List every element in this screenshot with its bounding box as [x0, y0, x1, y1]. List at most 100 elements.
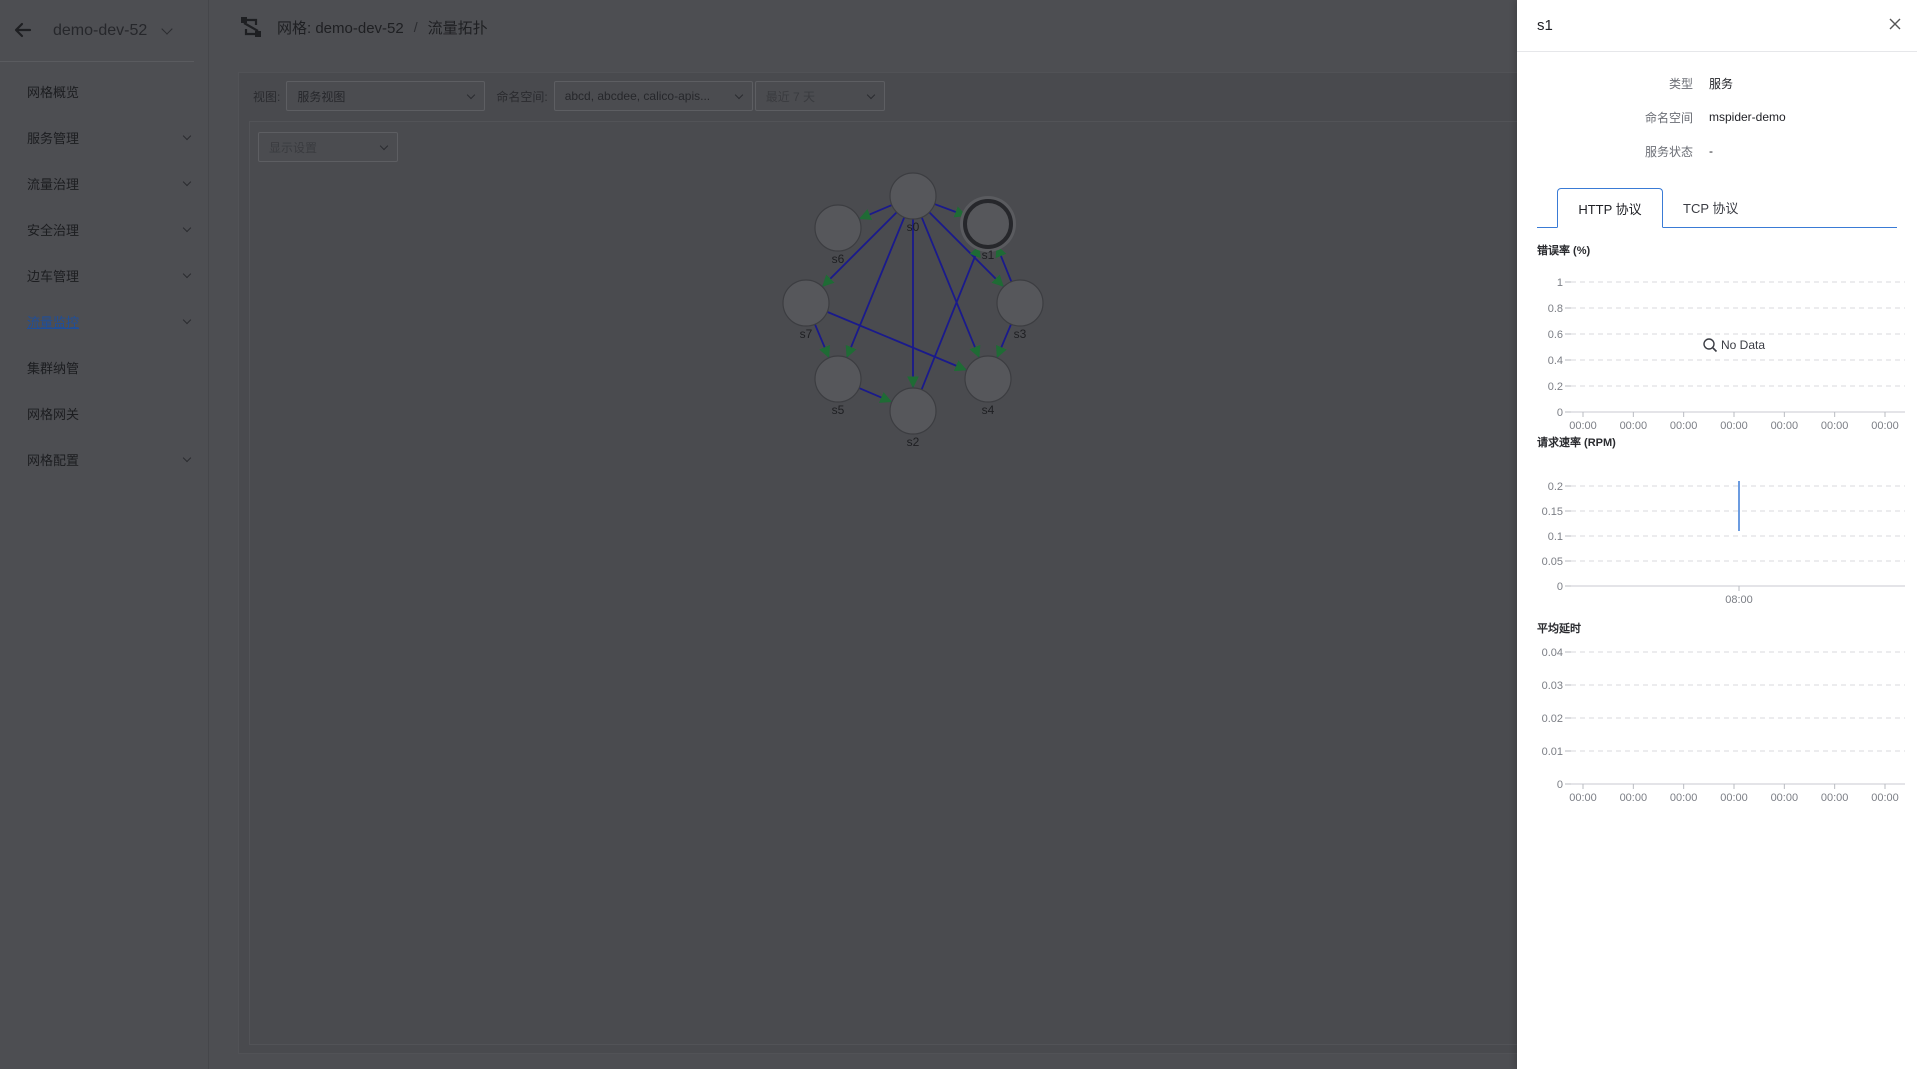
topology-node[interactable]: s3	[996, 279, 1044, 341]
y-tick-label: 0.01	[1542, 746, 1563, 758]
chevron-down-icon	[182, 223, 192, 232]
y-tick-label: 0	[1557, 407, 1563, 419]
chevron-down-icon[interactable]	[161, 22, 173, 35]
topology-graph[interactable]: s0 s1 s2 s3 s4 s5 s6 s7	[250, 122, 1530, 1046]
chevron-down-icon	[182, 453, 192, 462]
info-row: 服务状态 -	[1517, 134, 1917, 168]
topology-edge[interactable]	[858, 387, 893, 403]
filter-bar: 视图: 服务视图 命名空间: abcd, abcdee, calico-apis…	[253, 81, 885, 111]
x-tick-label: 00:00	[1620, 420, 1648, 432]
y-tick-label: 0.04	[1542, 647, 1563, 659]
service-detail-drawer: s1 类型 服务 命名空间 mspider-demo 服务状态 - HTTP 协议 TCP …	[1517, 0, 1917, 1069]
node-circle[interactable]	[814, 204, 862, 252]
request-rate-chart: 0 0.05 0.1 0.15 0.2 08:00	[1542, 481, 1905, 606]
sidebar-item[interactable]: 安全治理	[0, 206, 208, 252]
info-key: 类型	[1668, 76, 1693, 91]
sidebar-item[interactable]: 流量治理	[0, 160, 208, 206]
namespace-select[interactable]: abcd, abcdee, calico-apis...	[553, 81, 753, 111]
sidebar-item[interactable]: 网格概览	[0, 68, 208, 114]
y-tick-label: 0.1	[1548, 531, 1563, 543]
y-tick-label: 0.15	[1542, 506, 1563, 518]
mesh-switcher[interactable]: demo-dev-52	[0, 0, 194, 62]
sidebar-item-label: 安全治理	[27, 222, 80, 238]
drawer-title: s1	[1537, 17, 1553, 34]
info-row: 命名空间 mspider-demo	[1517, 100, 1917, 134]
x-tick-label: 00:00	[1720, 420, 1748, 432]
topology-edge[interactable]	[814, 323, 830, 358]
sidebar-item-label: 网格概览	[27, 84, 80, 100]
topology-node[interactable]: s4	[964, 355, 1012, 417]
topology-node[interactable]: s7	[782, 279, 830, 341]
topology-node[interactable]: s6	[814, 204, 862, 266]
topology-node[interactable]: s2	[889, 387, 937, 449]
x-tick-label: 00:00	[1821, 420, 1849, 432]
chevron-down-icon	[182, 177, 192, 186]
x-tick-label: 00:00	[1871, 792, 1899, 804]
y-tick-label: 0.8	[1548, 303, 1563, 315]
breadcrumb-mesh[interactable]: 网格: demo-dev-52	[277, 17, 404, 38]
x-tick-label: 00:00	[1569, 792, 1597, 804]
protocol-tabs: HTTP 协议 TCP 协议	[1537, 188, 1897, 228]
sidebar-item[interactable]: 流量监控	[0, 298, 208, 344]
topology-node[interactable]: s5	[814, 355, 862, 417]
chevron-down-icon	[866, 90, 875, 99]
avg-latency-title: 平均延时	[1537, 623, 1581, 635]
chevron-down-icon	[182, 131, 192, 140]
sidebar-item[interactable]: 网格配置	[0, 436, 208, 482]
info-value: mspider-demo	[1709, 110, 1786, 124]
topology-edge[interactable]	[995, 245, 1013, 283]
topology-node[interactable]: s0	[889, 172, 937, 234]
node-label: s4	[982, 403, 995, 417]
y-tick-label: 0.2	[1548, 481, 1563, 493]
chevron-down-icon	[467, 90, 476, 99]
close-icon[interactable]	[1889, 17, 1901, 35]
sidebar-item-label: 集群纳管	[27, 360, 80, 376]
info-value: -	[1709, 144, 1713, 158]
x-tick-label: 00:00	[1670, 420, 1698, 432]
node-circle[interactable]	[889, 172, 937, 220]
topology-edge[interactable]	[934, 203, 967, 218]
topology-edge[interactable]	[858, 204, 893, 220]
x-tick-label: 00:00	[1771, 420, 1799, 432]
y-tick-label: 0.4	[1548, 355, 1563, 367]
breadcrumb-separator: /	[413, 19, 418, 35]
node-circle[interactable]	[889, 387, 937, 435]
node-label: s6	[832, 252, 845, 266]
sidebar-item-label: 边车管理	[27, 268, 80, 284]
chevron-down-icon	[734, 90, 743, 99]
node-label: s2	[907, 435, 920, 449]
node-circle[interactable]	[963, 199, 1013, 249]
topology-edge[interactable]	[996, 323, 1012, 358]
error-rate-title: 错误率 (%)	[1537, 245, 1591, 257]
sidebar: demo-dev-52 网格概览服务管理 流量治理安全治理边车管理流量监控集群纳管…	[0, 0, 209, 1069]
node-circle[interactable]	[814, 355, 862, 403]
time-range-value: 最近 7 天	[765, 89, 816, 104]
sidebar-item[interactable]: 网格网关	[0, 390, 208, 436]
node-circle[interactable]	[996, 279, 1044, 327]
info-key: 服务状态	[1644, 144, 1693, 159]
node-label: s3	[1014, 327, 1027, 341]
x-tick-label: 00:00	[1771, 792, 1799, 804]
tab-protocol[interactable]: HTTP 协议	[1557, 188, 1663, 228]
node-label: s7	[800, 327, 813, 341]
view-select[interactable]: 服务视图	[286, 81, 486, 111]
y-tick-label: 0.05	[1542, 556, 1563, 568]
node-circle[interactable]	[964, 355, 1012, 403]
y-tick-label: 0.2	[1548, 381, 1563, 393]
sidebar-item[interactable]: 边车管理	[0, 252, 208, 298]
search-icon	[1703, 338, 1718, 353]
drawer-header: s1	[1517, 0, 1917, 52]
y-tick-label: 0.02	[1542, 713, 1563, 725]
time-range-select[interactable]: 最近 7 天	[754, 81, 885, 111]
sidebar-item[interactable]: 集群纳管	[0, 344, 208, 390]
sidebar-item-label: 网格网关	[27, 406, 80, 422]
y-tick-label: 0.6	[1548, 329, 1563, 341]
error-rate-chart: 0 0.2 0.4 0.6 0.8 1 00:00 00:00 00:00 00:00 00:00 0…	[1548, 277, 1905, 432]
view-label: 视图:	[253, 89, 281, 104]
tab-protocol[interactable]: TCP 协议	[1663, 187, 1758, 227]
sidebar-item[interactable]: 服务管理	[0, 114, 208, 160]
node-circle[interactable]	[782, 279, 830, 327]
namespace-label: 命名空间:	[496, 89, 548, 104]
breadcrumb-current: 流量拓扑	[427, 19, 488, 37]
back-arrow-icon[interactable]	[13, 20, 35, 42]
